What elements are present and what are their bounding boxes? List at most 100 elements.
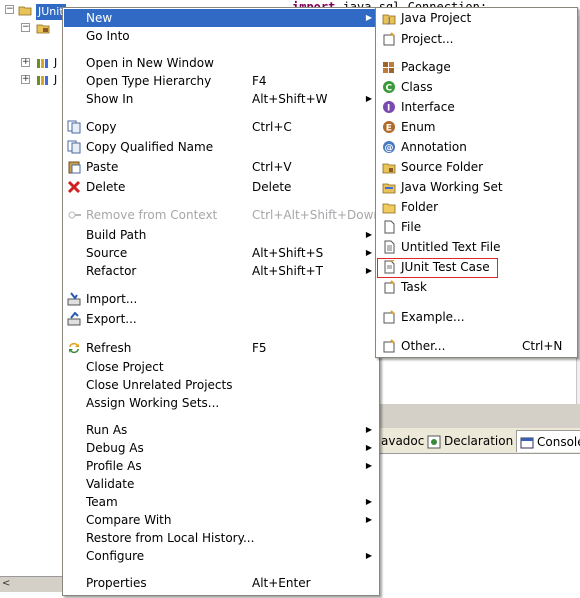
submenu-item-source-folder[interactable]: Source Folder bbox=[377, 158, 576, 176]
menu-item-compare-with[interactable]: Compare With ▶ bbox=[64, 511, 378, 529]
expand-icon[interactable]: + bbox=[21, 58, 30, 67]
menu-item-label: Properties bbox=[86, 576, 147, 590]
menu-item-label: Delete bbox=[86, 180, 126, 194]
menu-item-label: Java Project bbox=[401, 11, 472, 25]
submenu-item-other[interactable]: Other... Ctrl+N bbox=[377, 337, 576, 355]
submenu-arrow-icon: ▶ bbox=[365, 248, 372, 257]
svg-text:I: I bbox=[387, 104, 390, 114]
source-folder-icon bbox=[382, 163, 396, 174]
submenu-item-annotation[interactable]: @ Annotation bbox=[377, 138, 576, 156]
refresh-icon bbox=[69, 342, 79, 354]
submenu-item-java-project[interactable]: J Java Project bbox=[377, 9, 576, 27]
menu-separator bbox=[66, 416, 376, 417]
library-icon bbox=[37, 59, 48, 68]
menu-item-label: Remove from Context bbox=[86, 208, 218, 222]
submenu-item-class[interactable]: C Class bbox=[377, 78, 576, 96]
menu-item-open-in-new-window[interactable]: Open in New Window bbox=[64, 54, 378, 72]
menu-item-refresh[interactable]: Refresh F5 bbox=[64, 339, 378, 357]
menu-item-build-path[interactable]: Build Path ▶ bbox=[64, 226, 378, 244]
tab-label: Declaration bbox=[444, 434, 514, 448]
tree-item-glyph: J bbox=[54, 56, 58, 69]
menu-item-label: Compare With bbox=[86, 513, 172, 527]
menu-item-import[interactable]: Import... bbox=[64, 290, 378, 308]
menu-item-assign-working-sets[interactable]: Assign Working Sets... bbox=[64, 394, 378, 412]
menu-item-restore-from-local-history[interactable]: Restore from Local History... bbox=[64, 529, 378, 547]
tab-label: Console bbox=[537, 435, 580, 449]
submenu-item-interface[interactable]: I Interface bbox=[377, 98, 576, 116]
submenu-item-file[interactable]: File bbox=[377, 218, 576, 236]
menu-item-source[interactable]: Source Alt+Shift+S ▶ bbox=[64, 244, 378, 262]
submenu-arrow-icon: ▶ bbox=[365, 230, 372, 239]
svg-text:J: J bbox=[387, 16, 390, 25]
menu-item-go-into[interactable]: Go Into bbox=[64, 27, 378, 45]
menu-item-debug-as[interactable]: Debug As ▶ bbox=[64, 439, 378, 457]
expand-icon[interactable]: + bbox=[21, 75, 30, 84]
submenu-item-untitled-text-file[interactable]: Untitled Text File bbox=[377, 238, 576, 256]
menu-item-export[interactable]: Export... bbox=[64, 310, 378, 328]
project-icon bbox=[383, 32, 395, 46]
menu-item-properties[interactable]: Properties Alt+Enter bbox=[64, 574, 378, 592]
submenu-item-task[interactable]: Task bbox=[377, 278, 576, 296]
menu-item-validate[interactable]: Validate bbox=[64, 475, 378, 493]
menu-item-label: Restore from Local History... bbox=[86, 531, 255, 545]
menu-item-close-unrelated-projects[interactable]: Close Unrelated Projects bbox=[64, 376, 378, 394]
menu-item-profile-as[interactable]: Profile As ▶ bbox=[64, 457, 378, 475]
collapse-icon[interactable]: − bbox=[21, 23, 30, 32]
tab-declaration[interactable]: Declaration bbox=[424, 430, 516, 452]
menu-item-paste[interactable]: Paste Ctrl+V bbox=[64, 158, 378, 176]
tab-javadoc[interactable]: avadoc bbox=[378, 430, 427, 452]
remove-context-icon bbox=[68, 211, 81, 219]
tree-item-glyph: J bbox=[54, 73, 58, 86]
menu-item-open-type-hierarchy[interactable]: Open Type Hierarchy F4 bbox=[64, 72, 378, 90]
annotation-icon: @ bbox=[383, 141, 395, 154]
menu-separator bbox=[66, 113, 376, 114]
menu-item-label: Other... bbox=[401, 339, 446, 353]
menu-item-label: Debug As bbox=[86, 441, 144, 455]
submenu-item-project[interactable]: Project... bbox=[377, 30, 576, 48]
submenu-item-example[interactable]: Example... bbox=[377, 308, 576, 326]
declaration-icon bbox=[427, 435, 441, 448]
submenu-item-junit-test-case[interactable]: JUnit Test Case bbox=[377, 258, 576, 278]
submenu-item-package[interactable]: Package bbox=[377, 58, 576, 76]
menu-item-configure[interactable]: Configure ▶ bbox=[64, 547, 378, 565]
menu-separator bbox=[379, 330, 574, 331]
menu-item-label: Profile As bbox=[86, 459, 142, 473]
package-icon bbox=[383, 62, 394, 73]
tree-row-src[interactable]: − bbox=[0, 20, 65, 36]
menu-item-run-as[interactable]: Run As ▶ bbox=[64, 421, 378, 439]
submenu-item-folder[interactable]: Folder bbox=[377, 198, 576, 216]
submenu-arrow-icon: ▶ bbox=[365, 266, 372, 275]
project-folder-icon bbox=[18, 6, 32, 16]
menu-item-label: Team bbox=[86, 495, 118, 509]
console-area bbox=[380, 454, 580, 598]
menu-item-team[interactable]: Team ▶ bbox=[64, 493, 378, 511]
menu-item-refactor[interactable]: Refactor Alt+Shift+T ▶ bbox=[64, 262, 378, 280]
working-set-icon bbox=[382, 183, 396, 194]
menu-item-copy[interactable]: Copy Ctrl+C bbox=[64, 118, 378, 136]
menu-item-label: Go Into bbox=[86, 29, 130, 43]
collapse-icon[interactable]: − bbox=[5, 5, 14, 14]
menu-item-close-project[interactable]: Close Project bbox=[64, 358, 378, 376]
menu-item-show-in[interactable]: Show In Alt+Shift+W ▶ bbox=[64, 90, 378, 108]
scroll-left-icon[interactable]: < bbox=[2, 578, 10, 589]
menu-item-delete[interactable]: Delete Delete bbox=[64, 178, 378, 196]
menu-item-label: Annotation bbox=[401, 140, 467, 154]
menu-item-new[interactable]: New ▶ bbox=[64, 9, 378, 27]
junit-test-case-icon bbox=[384, 260, 395, 274]
svg-text:C: C bbox=[386, 84, 393, 94]
horizontal-scrollbar[interactable]: < bbox=[0, 576, 65, 592]
submenu-item-enum[interactable]: E Enum bbox=[377, 118, 576, 136]
menu-item-shortcut: Ctrl+N bbox=[522, 339, 563, 353]
submenu-item-java-working-set[interactable]: Java Working Set bbox=[377, 178, 576, 196]
tree-row-junit-project[interactable]: − JUnit bbox=[0, 2, 66, 20]
view-separator bbox=[380, 404, 580, 428]
tree-row-library[interactable]: + J bbox=[0, 55, 65, 71]
tree-row-library[interactable]: + J bbox=[0, 72, 65, 88]
text-file-icon bbox=[384, 240, 395, 254]
copy-icon bbox=[67, 120, 81, 134]
tab-console[interactable]: Console bbox=[516, 430, 580, 452]
menu-separator bbox=[379, 51, 574, 52]
submenu-arrow-icon: ▶ bbox=[365, 551, 372, 560]
menu-item-copy-qualified-name[interactable]: Copy Qualified Name bbox=[64, 138, 378, 156]
menu-item-label: JUnit Test Case bbox=[401, 260, 490, 274]
